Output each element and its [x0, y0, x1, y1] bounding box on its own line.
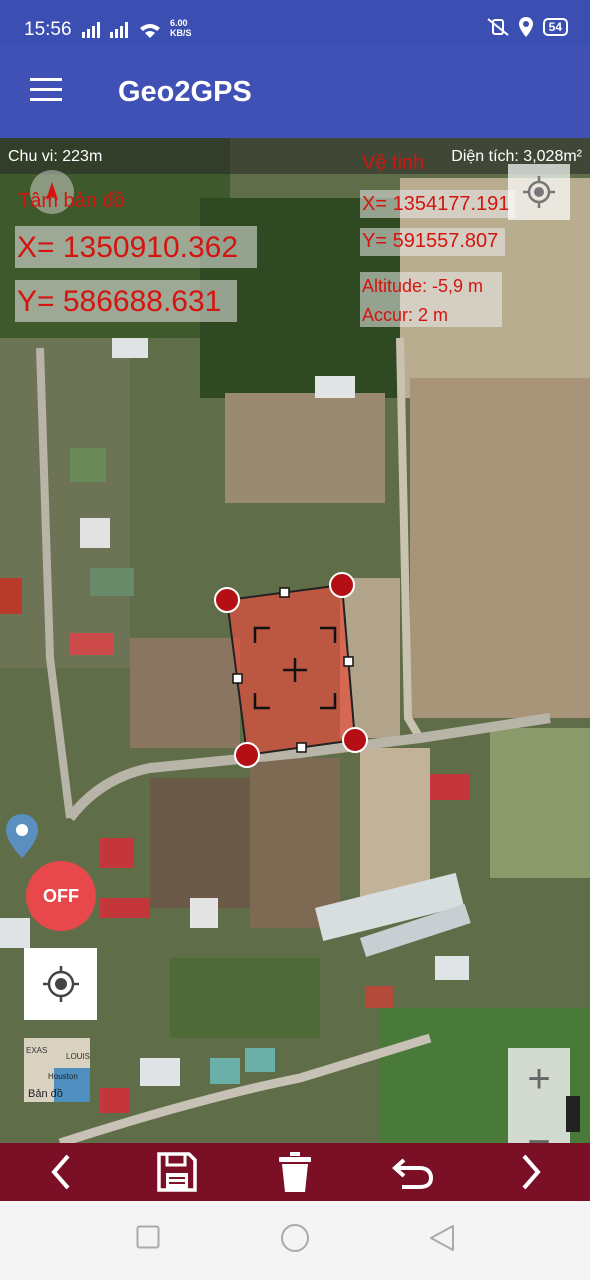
vertex-handle[interactable] [342, 727, 368, 753]
crosshair-icon [523, 176, 555, 208]
undo-icon [392, 1158, 434, 1189]
my-location-button[interactable] [508, 164, 570, 220]
chevron-right-icon [522, 1154, 541, 1190]
delete-button[interactable] [272, 1149, 318, 1195]
scroll-handle[interactable] [566, 1096, 580, 1132]
trash-icon [279, 1152, 311, 1192]
midpoint-handle[interactable] [232, 673, 243, 684]
home-icon[interactable] [280, 1223, 310, 1253]
midpoint-handle[interactable] [343, 656, 354, 667]
app-bar: Geo2GPS [0, 46, 590, 138]
zoom-out-button[interactable]: − [508, 1122, 570, 1143]
back-icon[interactable] [428, 1223, 456, 1253]
save-button[interactable] [154, 1149, 200, 1195]
chevron-left-icon [51, 1154, 70, 1190]
app-title: Geo2GPS [118, 76, 252, 108]
hamburger-menu-icon[interactable] [30, 78, 62, 102]
next-button[interactable] [508, 1149, 554, 1195]
save-icon [157, 1152, 197, 1192]
crosshair-icon [42, 966, 79, 1002]
map-center-x: X= 1350910.362 [17, 231, 239, 264]
altitude-label: Altitude: -5,9 m [362, 276, 484, 296]
perimeter-label: Chu vi: 223m [8, 148, 103, 165]
net-speed: 6.00 KB/S [170, 18, 192, 38]
accuracy-label: Accur: 2 m [362, 305, 449, 325]
satellite-map[interactable]: Chu vi: 223m Diện tích: 3,028m² Tâm bản … [0, 138, 590, 1143]
battery-indicator: 54 [542, 18, 568, 36]
map-center-label: Tâm bản đồ [18, 190, 125, 212]
recent-apps-icon[interactable] [136, 1225, 160, 1249]
signal-icon [82, 22, 160, 38]
vertex-handle[interactable] [234, 742, 260, 768]
map-center-y: Y= 586688.631 [17, 285, 222, 318]
edit-toolbar [0, 1143, 590, 1201]
satellite-y: Y= 591557.807 [362, 230, 499, 252]
satellite-label: Vệ tinh [362, 152, 425, 174]
system-nav-bar [0, 1201, 590, 1280]
satellite-x: X= 1354177.191 [362, 193, 510, 215]
previous-button[interactable] [38, 1149, 84, 1195]
vertex-handle[interactable] [214, 587, 240, 613]
layer-button-label: Bản đồ [28, 1088, 63, 1100]
layer-thumb-text: Houston [48, 1072, 78, 1081]
status-bar: 15:56 6.00 KB/S 54 [0, 0, 590, 46]
vertex-handle[interactable] [329, 572, 355, 598]
zoom-in-button[interactable]: + [508, 1048, 570, 1110]
status-time: 15:56 [24, 19, 72, 40]
map-layer-button[interactable]: EXAS LOUIS Houston Bản đồ [24, 1038, 90, 1102]
undo-button[interactable] [390, 1149, 436, 1195]
midpoint-handle[interactable] [296, 742, 307, 753]
center-gps-button[interactable] [24, 948, 97, 1020]
layer-thumb-text: EXAS [26, 1046, 48, 1055]
midpoint-handle[interactable] [279, 587, 290, 598]
gps-toggle-button[interactable]: OFF [26, 861, 96, 931]
location-icon [518, 17, 533, 37]
layer-thumb-text: LOUIS [66, 1052, 90, 1061]
vibrate-off-icon [487, 18, 509, 36]
map-pin-icon[interactable] [6, 814, 38, 858]
zoom-controls: + − [508, 1048, 570, 1143]
